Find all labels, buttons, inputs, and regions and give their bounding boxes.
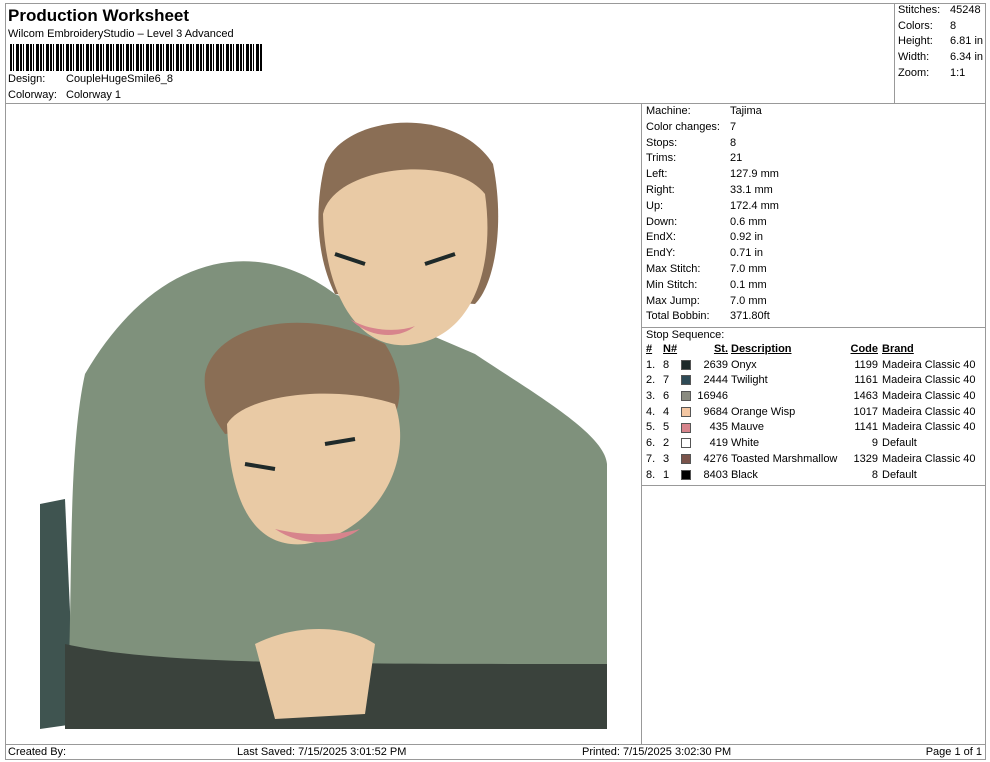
page-title: Production Worksheet <box>8 6 190 25</box>
stat-value: 1:1 <box>950 66 966 79</box>
machine-value: 7.0 mm <box>730 294 767 307</box>
table-row: 3. 6 16946 1463 Madeira Classic 40 <box>646 390 976 403</box>
machine-row: Total Bobbin: 371.80ft <box>646 310 770 323</box>
last-saved: Last Saved: 7/15/2025 3:01:52 PM <box>237 746 407 758</box>
col-index: # <box>646 343 653 355</box>
col-swatch <box>681 341 695 357</box>
embroidery-image <box>40 122 607 729</box>
stop-sequence: Stop Sequence: # N# St. Description Code… <box>642 327 986 482</box>
machine-row: Color changes: 7 <box>646 120 737 133</box>
design-row: Design: CoupleHugeSmile6_8 <box>8 73 174 85</box>
colorway-row: Colorway: Colorway 1 <box>8 89 122 101</box>
page-number: Page 1 of 1 <box>925 746 982 758</box>
machine-value: 127.9 mm <box>730 168 779 181</box>
machine-row: Down: 0.6 mm <box>646 215 767 228</box>
color-swatch <box>681 438 691 449</box>
table-row: 5. 5 435 Mauve 1141 Madeira Classic 40 <box>646 421 976 434</box>
machine-value: 8 <box>730 136 737 149</box>
stat-row: Zoom: 1:1 <box>898 66 966 79</box>
machine-value: 0.92 in <box>730 231 764 244</box>
machine-value: 0.1 mm <box>730 278 767 291</box>
machine-row: EndX: 0.92 in <box>646 231 764 244</box>
machine-value: 7.0 mm <box>730 262 767 275</box>
machine-row: Right: 33.1 mm <box>646 183 773 196</box>
machine-value: 33.1 mm <box>730 183 773 196</box>
table-row: 1. 8 2639 Onyx 1199 Madeira Classic 40 <box>646 358 976 371</box>
stat-row: Width: 6.34 in <box>898 51 984 64</box>
software-name: Wilcom EmbroideryStudio – Level 3 Advanc… <box>8 28 234 40</box>
color-swatch <box>681 422 691 433</box>
design-preview <box>5 104 642 744</box>
printed-date: Printed: 7/15/2025 3:02:30 PM <box>582 746 732 758</box>
table-row: 7. 3 4276 Toasted Marshmallow 1329 Madeira Cl… <box>646 452 976 465</box>
col-description: Description <box>731 343 792 355</box>
stat-value: 45248 <box>950 4 981 16</box>
machine-row: Left: 127.9 mm <box>646 168 779 181</box>
machine-value: 0.71 in <box>730 247 764 260</box>
design-name: CoupleHugeSmile6_8 <box>66 73 174 85</box>
col-needle: N# <box>663 343 678 355</box>
col-brand: Brand <box>882 343 914 355</box>
machine-value: 7 <box>730 120 737 133</box>
machine-row: EndY: 0.71 in <box>646 247 764 260</box>
stop-sequence-table: # N# St. Description Code Brand 1. 8 2639 O… <box>646 341 976 482</box>
machine-row: Trims: 21 <box>646 152 743 165</box>
table-row: 2. 7 2444 Twilight 1161 Madeira Classic 40 <box>646 374 976 387</box>
stat-value: 8 <box>950 19 957 32</box>
machine-value: 21 <box>730 152 743 165</box>
color-swatch <box>681 406 691 417</box>
color-swatch <box>681 469 691 480</box>
col-stitches: St. <box>713 343 728 355</box>
color-swatch <box>681 391 691 402</box>
machine-value: 0.6 mm <box>730 215 767 228</box>
col-code: Code <box>850 343 879 355</box>
stats-box: Stitches: 45248 Colors: 8 Height: 6.81 in Widt… <box>895 3 986 104</box>
stat-row: Height: 6.81 in <box>898 35 984 48</box>
stat-value: 6.81 in <box>950 35 984 48</box>
machine-value: 172.4 mm <box>730 199 779 212</box>
footer: Created By: Last Saved: 7/15/2025 3:01:5… <box>5 744 986 760</box>
machine-value: 371.80ft <box>730 310 770 323</box>
machine-value: Tajima <box>730 105 762 117</box>
machine-row: Machine: Tajima <box>646 105 762 117</box>
header: Production Worksheet Wilcom EmbroiderySt… <box>5 3 895 104</box>
machine-info: Machine: Tajima Color changes: 7 Stops: 8 Trim… <box>642 104 986 325</box>
colorway-name: Colorway 1 <box>66 89 122 101</box>
color-swatch <box>681 453 691 464</box>
stat-row: Stitches: 45248 <box>898 4 981 16</box>
machine-row: Min Stitch: 0.1 mm <box>646 278 767 291</box>
machine-row: Stops: 8 <box>646 136 737 149</box>
created-by: Created By: <box>8 746 67 758</box>
details-panel: Machine: Tajima Color changes: 7 Stops: 8 Trim… <box>642 104 986 487</box>
table-row: 4. 4 9684 Orange Wisp 1017 Madeira Classic 40 <box>646 405 976 418</box>
table-row: 8. 1 8403 Black 8 Default <box>646 468 917 481</box>
color-swatch <box>681 359 691 370</box>
machine-row: Max Stitch: 7.0 mm <box>646 262 767 275</box>
color-swatch <box>681 375 691 386</box>
stat-value: 6.34 in <box>950 51 984 64</box>
stat-row: Colors: 8 <box>898 19 957 32</box>
divider <box>642 485 986 487</box>
stop-sequence-title: Stop Sequence: <box>646 329 725 342</box>
barcode <box>10 44 262 71</box>
machine-row: Up: 172.4 mm <box>646 199 779 212</box>
machine-row: Max Jump: 7.0 mm <box>646 294 767 307</box>
table-row: 6. 2 419 White 9 Default <box>646 437 917 450</box>
